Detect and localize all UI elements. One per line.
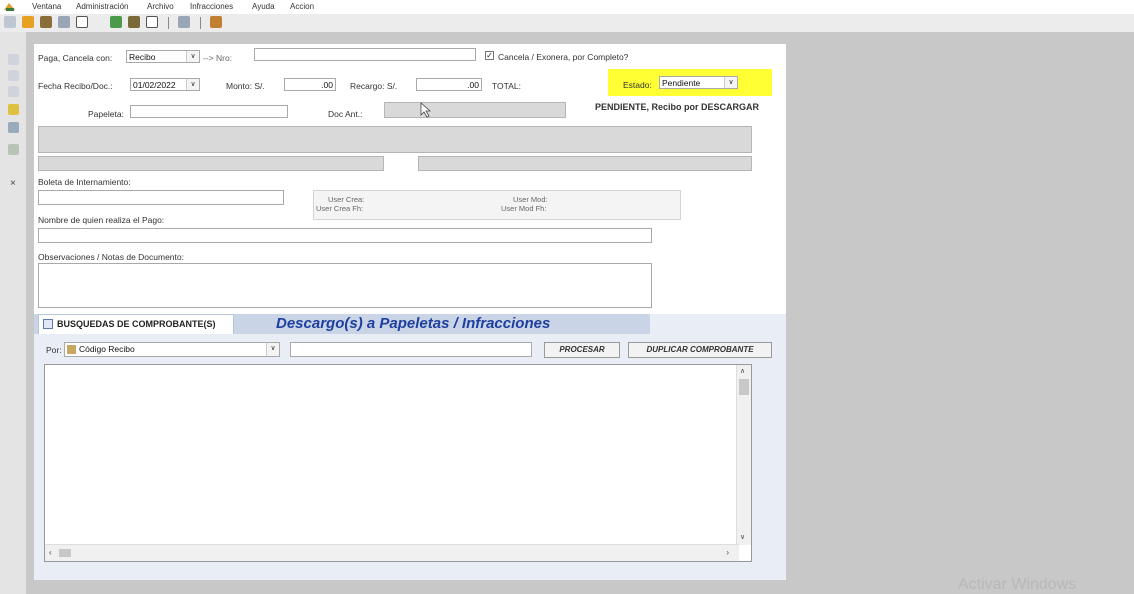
user-mod-label: User Mod:	[513, 195, 548, 204]
monto-input[interactable]	[284, 78, 336, 91]
por-value: Código Recibo	[79, 344, 135, 354]
info-box-3	[418, 156, 752, 171]
spreadsheet-icon[interactable]	[110, 16, 122, 28]
page-icon[interactable]	[146, 16, 158, 28]
menu-archivo[interactable]: Archivo	[147, 2, 174, 11]
fecha-label: Fecha Recibo/Doc.:	[38, 81, 113, 91]
paga-select[interactable]: Recibo ∨	[126, 50, 200, 63]
app-icon	[4, 2, 15, 12]
side-toolbar: ×	[0, 32, 26, 594]
nombre-input[interactable]	[38, 228, 652, 243]
monto-label: Monto: S/.	[226, 81, 265, 91]
boleta-label: Boleta de Internamiento:	[38, 177, 131, 187]
database-icon[interactable]	[58, 16, 70, 28]
procesar-button[interactable]: PROCESAR	[544, 342, 620, 358]
nombre-label: Nombre de quien realiza el Pago:	[38, 215, 165, 225]
audit-box: User Crea: User Crea Fh: User Mod: User …	[313, 190, 681, 220]
boleta-input[interactable]	[38, 190, 284, 205]
menu-accion[interactable]: Accion	[290, 2, 314, 11]
scroll-thumb[interactable]	[739, 379, 749, 395]
scroll-right-icon[interactable]: ›	[726, 548, 729, 557]
report-icon[interactable]	[8, 144, 19, 155]
scroll-thumb-h[interactable]	[59, 549, 71, 557]
exit-icon[interactable]	[210, 16, 222, 28]
nro-input[interactable]	[254, 48, 476, 61]
print-icon[interactable]	[128, 16, 140, 28]
papeleta-input[interactable]	[130, 105, 288, 118]
toolbar-separator	[168, 17, 169, 29]
new-icon[interactable]	[8, 54, 19, 65]
cancela-label: Cancela / Exonera, por Completo?	[498, 52, 629, 62]
user-mod-fh-label: User Mod Fh:	[501, 204, 547, 213]
por-select[interactable]: Código Recibo ∨	[64, 342, 280, 357]
results-list[interactable]: ∧ ∨ ‹ ›	[44, 364, 752, 562]
user-icon[interactable]	[22, 16, 34, 28]
toolbar-separator	[200, 17, 201, 29]
estado-value: Pendiente	[662, 78, 701, 88]
chevron-down-icon: ∨	[724, 77, 737, 88]
scroll-left-icon[interactable]: ‹	[49, 548, 52, 557]
user-crea-fh-label: User Crea Fh:	[316, 204, 364, 213]
estado-select[interactable]: Pendiente ∨	[659, 76, 738, 89]
paga-value: Recibo	[129, 52, 156, 62]
menu-bar: Ventana Administración Archivo Infraccio…	[0, 0, 1134, 14]
panel-title: Descargo(s) a Papeletas / Infracciones	[276, 315, 551, 332]
search-input[interactable]	[290, 342, 532, 357]
users-icon	[67, 345, 76, 354]
horizontal-scrollbar[interactable]: ‹ ›	[45, 544, 739, 561]
document-icon[interactable]	[76, 16, 88, 28]
menu-infracciones[interactable]: Infracciones	[190, 2, 233, 11]
edit-icon[interactable]	[8, 104, 19, 115]
docant-label: Doc Ant.:	[328, 109, 363, 119]
tools-icon[interactable]	[40, 16, 52, 28]
nro-label: --> Nro:	[203, 53, 233, 63]
pen-icon[interactable]	[8, 122, 19, 133]
menu-administracion[interactable]: Administración	[76, 2, 128, 11]
recargo-input[interactable]	[416, 78, 482, 91]
pendiente-status: PENDIENTE, Recibo por DESCARGAR	[595, 102, 760, 112]
estado-box: Estado: Pendiente ∨	[608, 69, 772, 96]
duplicar-button[interactable]: DUPLICAR COMPROBANTE	[628, 342, 772, 358]
activate-windows-watermark: Activar Windows	[958, 576, 1077, 593]
recargo-label: Recargo: S/.	[350, 81, 398, 91]
mouse-cursor-icon	[420, 102, 432, 120]
save-icon[interactable]	[8, 70, 19, 81]
info-box-1	[38, 126, 752, 153]
estado-label: Estado:	[623, 80, 652, 90]
cancela-checkbox[interactable]: ✓	[485, 51, 494, 60]
fecha-picker[interactable]: 01/02/2022 ∨	[130, 78, 200, 91]
busqueda-panel: BUSQUEDAS DE COMPROBANTE(S) Descargo(s) …	[34, 314, 786, 580]
grip-icon	[4, 16, 16, 28]
recibo-form: Paga, Cancela con: Recibo ∨ --> Nro: ✓ C…	[34, 44, 786, 314]
vertical-scrollbar[interactable]: ∧ ∨	[736, 365, 751, 545]
docant-field	[384, 102, 566, 118]
search-doc-icon	[43, 319, 53, 329]
tab-busquedas[interactable]: BUSQUEDAS DE COMPROBANTE(S)	[38, 314, 234, 334]
paga-label: Paga, Cancela con:	[38, 53, 113, 63]
scroll-up-icon[interactable]: ∧	[740, 367, 745, 375]
chevron-down-icon: ∨	[266, 343, 279, 356]
copy-icon[interactable]	[8, 86, 19, 97]
menu-ventana[interactable]: Ventana	[32, 2, 61, 11]
menu-ayuda[interactable]: Ayuda	[252, 2, 275, 11]
por-label: Por:	[46, 345, 62, 355]
obs-label: Observaciones / Notas de Documento:	[38, 252, 184, 262]
total-label: TOTAL:	[492, 81, 521, 91]
toolbar	[0, 14, 1134, 32]
user-crea-label: User Crea:	[328, 195, 365, 204]
papeleta-label: Papeleta:	[88, 109, 124, 119]
info-box-2	[38, 156, 384, 171]
fecha-value: 01/02/2022	[133, 80, 176, 90]
scroll-down-icon[interactable]: ∨	[740, 533, 745, 541]
chevron-down-icon: ∨	[186, 79, 199, 90]
tab-busquedas-label: BUSQUEDAS DE COMPROBANTE(S)	[57, 319, 216, 329]
chevron-down-icon: ∨	[186, 51, 199, 62]
obs-textarea[interactable]	[38, 263, 652, 308]
close-icon[interactable]: ×	[10, 178, 16, 189]
archive-icon[interactable]	[178, 16, 190, 28]
